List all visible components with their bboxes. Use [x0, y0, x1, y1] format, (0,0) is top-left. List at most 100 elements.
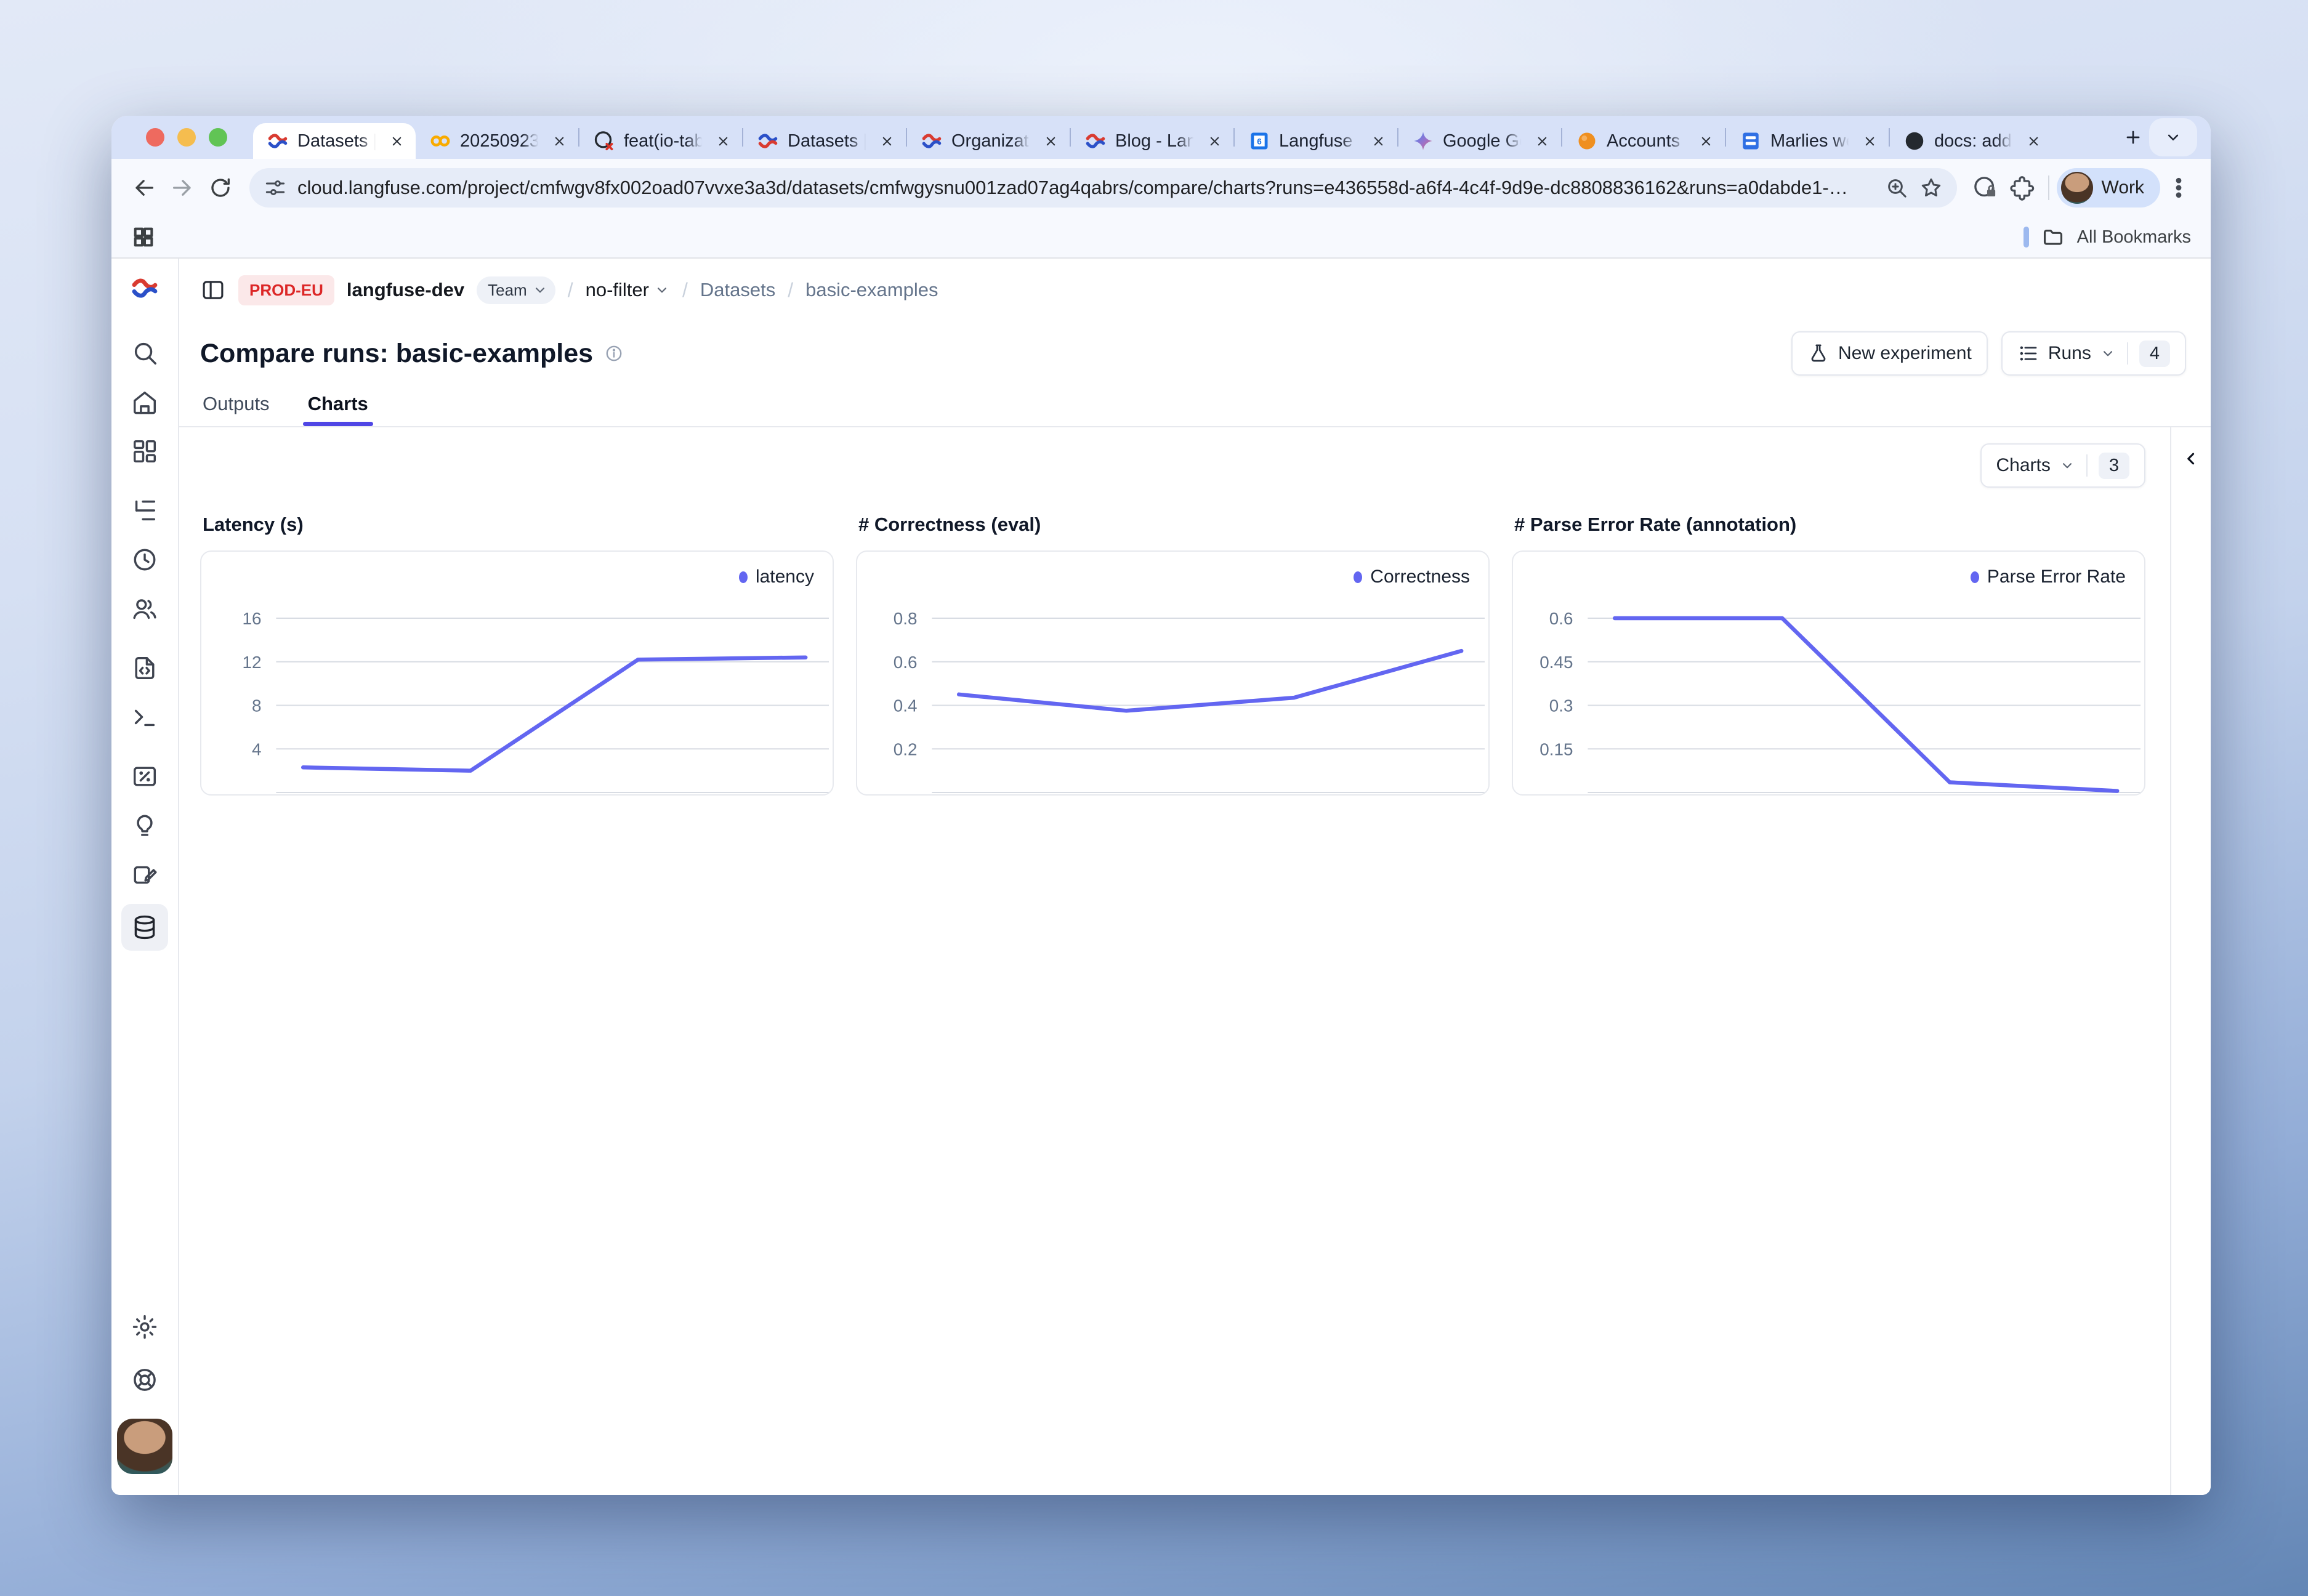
- collapse-rail: [2170, 427, 2211, 1495]
- sidebar-group: [131, 496, 159, 623]
- sidebar-item-sessions[interactable]: [131, 546, 159, 574]
- browser-tab[interactable]: Blog - Lang: [1071, 123, 1233, 159]
- legend-dot-icon: [739, 571, 748, 583]
- aws-favicon-icon: [1576, 130, 1598, 152]
- tab-close-icon[interactable]: [549, 131, 570, 151]
- runs-count-badge: 4: [2139, 341, 2170, 367]
- sidebar-item-lightbulb[interactable]: [131, 812, 159, 840]
- browser-tab[interactable]: Accounts |: [1562, 123, 1725, 159]
- tab-title: Langfuse -: [1279, 131, 1359, 151]
- password-manager-icon[interactable]: [1972, 174, 1999, 201]
- browser-tab[interactable]: 20250923: [416, 123, 578, 159]
- url-text[interactable]: cloud.langfuse.com/project/cmfwgv8fx002o…: [297, 177, 1874, 199]
- reload-button[interactable]: [201, 169, 240, 207]
- browser-tab[interactable]: feat(io-tab: [579, 123, 742, 159]
- new-tab-button[interactable]: [2117, 121, 2149, 153]
- tab-close-icon[interactable]: [712, 131, 733, 151]
- sidebar-item-evaluation[interactable]: [131, 762, 159, 791]
- browser-tab[interactable]: Marlies we: [1726, 123, 1889, 159]
- all-bookmarks-label[interactable]: All Bookmarks: [2077, 227, 2191, 248]
- browser-menu-icon[interactable]: [2165, 174, 2192, 201]
- info-icon[interactable]: [604, 344, 624, 363]
- svg-text:16: 16: [243, 609, 262, 628]
- sidebar-item-tracing[interactable]: [131, 496, 159, 525]
- collapse-panel-icon[interactable]: [2181, 448, 2201, 469]
- tab-close-icon[interactable]: [1859, 131, 1880, 151]
- sidebar-item-settings[interactable]: [131, 1313, 159, 1341]
- breadcrumb-datasets-link[interactable]: Datasets: [700, 279, 775, 301]
- zoom-icon[interactable]: [1884, 175, 1909, 200]
- sidebar-item-datasets[interactable]: [121, 904, 168, 951]
- tab-search-button[interactable]: [2149, 118, 2197, 156]
- back-button[interactable]: [125, 169, 163, 207]
- page-title: Compare runs: basic-examples: [200, 339, 593, 369]
- browser-tab[interactable]: Datasets | L: [743, 123, 906, 159]
- browser-tab[interactable]: Google Ge: [1398, 123, 1561, 159]
- breadcrumb-separator: /: [682, 279, 688, 302]
- sidebar-nav: [121, 339, 168, 975]
- chart-title: # Correctness (eval): [858, 514, 1490, 536]
- browser-tab[interactable]: Datasets | L: [253, 123, 416, 159]
- new-experiment-button[interactable]: New experiment: [1791, 331, 1988, 376]
- tab-title: Blog - Lang: [1115, 131, 1195, 151]
- tab-close-icon[interactable]: [1531, 131, 1552, 151]
- sidebar-item-dashboard[interactable]: [131, 437, 159, 465]
- close-window-button[interactable]: [146, 128, 164, 147]
- breadcrumb-dataset-name[interactable]: basic-examples: [805, 279, 938, 301]
- site-settings-icon[interactable]: [263, 175, 288, 200]
- bookmark-star-icon[interactable]: [1919, 175, 1943, 200]
- sidebar-item-prompts[interactable]: [131, 654, 159, 682]
- langfuse-alt-favicon-icon: [757, 130, 779, 152]
- runs-selector-button[interactable]: Runs 4: [2001, 331, 2186, 376]
- project-selector[interactable]: no-filter: [586, 279, 670, 301]
- tab-close-icon[interactable]: [1695, 131, 1716, 151]
- user-avatar[interactable]: [117, 1419, 172, 1474]
- tab-title: Google Ge: [1443, 131, 1523, 151]
- tab-charts[interactable]: Charts: [305, 393, 371, 426]
- org-plan-label: Team: [488, 281, 527, 300]
- extensions-icon[interactable]: [2009, 174, 2036, 201]
- annotation-icon: [131, 861, 159, 889]
- sidebar-toggle-icon[interactable]: [200, 277, 226, 303]
- sidebar-group: [131, 654, 159, 732]
- profile-chip[interactable]: Work: [2057, 168, 2160, 208]
- legend-label: Correctness: [1370, 566, 1470, 587]
- tab-outputs[interactable]: Outputs: [200, 393, 272, 426]
- svg-text:8: 8: [252, 696, 261, 715]
- bookmarks-bar: All Bookmarks: [111, 217, 2211, 259]
- users-icon: [131, 595, 159, 623]
- org-plan-chip[interactable]: Team: [477, 276, 555, 304]
- minimize-window-button[interactable]: [177, 128, 196, 147]
- chart-title: Latency (s): [203, 514, 834, 536]
- charts-count-badge: 3: [2099, 453, 2129, 479]
- sidebar-item-search[interactable]: [131, 339, 159, 367]
- tab-close-icon[interactable]: [2023, 131, 2044, 151]
- sidebar-item-support[interactable]: [131, 1366, 159, 1394]
- org-name[interactable]: langfuse-dev: [347, 279, 464, 301]
- langfuse-logo-icon[interactable]: [130, 273, 159, 303]
- sidebar-item-playground[interactable]: [131, 703, 159, 732]
- browser-tab[interactable]: Organizati: [907, 123, 1070, 159]
- browser-tab[interactable]: Langfuse -: [1235, 123, 1397, 159]
- traffic-lights: [111, 128, 253, 147]
- tab-close-icon[interactable]: [1204, 131, 1225, 151]
- chart-block: # Parse Error Rate (annotation)0.60.450.…: [1512, 514, 2145, 796]
- colab-favicon-icon: [429, 130, 451, 152]
- sidebar-item-home[interactable]: [131, 388, 159, 416]
- tab-close-icon[interactable]: [1040, 131, 1061, 151]
- runs-label: Runs: [2048, 343, 2091, 364]
- tab-close-icon[interactable]: [386, 131, 407, 151]
- browser-tab[interactable]: docs: add: [1890, 123, 2052, 159]
- svg-text:0.2: 0.2: [894, 740, 918, 759]
- tab-close-icon[interactable]: [1368, 131, 1389, 151]
- address-bar[interactable]: cloud.langfuse.com/project/cmfwgv8fx002o…: [249, 168, 1957, 208]
- charts-filter-button[interactable]: Charts 3: [1980, 443, 2146, 488]
- tab-close-icon[interactable]: [876, 131, 897, 151]
- forward-button[interactable]: [163, 169, 201, 207]
- apps-grid-icon[interactable]: [131, 225, 156, 249]
- fullscreen-window-button[interactable]: [209, 128, 227, 147]
- chart-card: 0.60.450.30.15Parse Error Rate: [1512, 550, 2145, 796]
- browser-window: Datasets | L20250923feat(io-tabDatasets …: [111, 116, 2211, 1495]
- sidebar-item-users[interactable]: [131, 595, 159, 623]
- sidebar-item-annotation[interactable]: [131, 861, 159, 889]
